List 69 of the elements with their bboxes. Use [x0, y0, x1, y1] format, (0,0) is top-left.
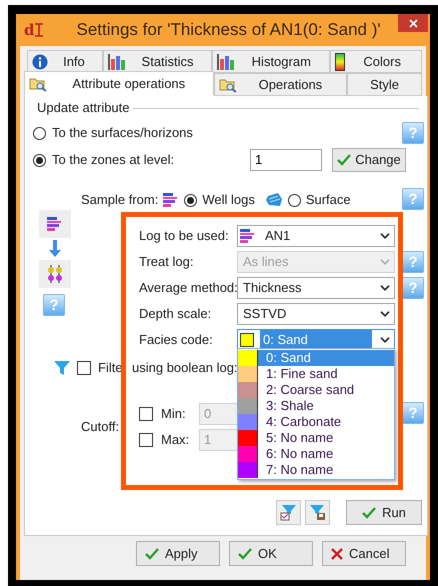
filter-check-button[interactable] — [276, 500, 301, 525]
dropdown-option[interactable]: 1: Fine sand — [238, 366, 394, 382]
radio-label: To the surfaces/horizons — [52, 124, 193, 142]
field-label: Average method: — [138, 279, 237, 298]
check-icon — [362, 506, 376, 518]
tab[interactable]: Statistics — [102, 50, 212, 73]
cutoff-row-label: Max: — [161, 431, 190, 450]
zone-markers-icon — [47, 265, 63, 283]
cutoff-row-label: Min: — [161, 405, 187, 424]
dropdown-option[interactable]: 7: No name — [238, 462, 394, 478]
change-button[interactable]: Change — [332, 148, 406, 172]
tab[interactable]: Attribute operations — [24, 71, 214, 96]
tab[interactable]: Colors — [330, 50, 422, 73]
funnel-checklist-icon — [280, 504, 297, 521]
run-button[interactable]: Run — [346, 500, 422, 525]
dropdown-field[interactable]: SSTVD — [237, 303, 395, 325]
radio-label: Well logs — [202, 191, 255, 210]
filter-label: using boolean log: — [132, 359, 238, 378]
well-log-tool-button[interactable] — [39, 210, 71, 238]
zone-tool-button[interactable] — [39, 260, 71, 288]
surface-icon — [266, 193, 283, 207]
dialog-button[interactable]: Cancel — [322, 541, 406, 566]
depth-marker-icon — [34, 23, 42, 37]
dropdown-option[interactable]: 2: Coarse sand — [238, 382, 394, 398]
check-icon — [238, 548, 252, 560]
info-icon — [32, 54, 48, 70]
check-icon — [145, 548, 159, 560]
bar-chart-icon — [108, 54, 126, 70]
window-title: Settings for 'Thickness of AN1(0: Sand )' — [76, 19, 381, 42]
cutoff-label: Cutoff: — [81, 418, 120, 436]
field-label: Log to be used: — [138, 227, 230, 246]
tab[interactable]: Operations — [214, 73, 348, 96]
radio-button[interactable] — [33, 154, 46, 166]
sample-from-label: Sample from: — [81, 191, 158, 210]
level-input[interactable]: 1 — [250, 149, 322, 171]
log-icon — [47, 217, 63, 231]
tab[interactable]: Info — [27, 50, 103, 73]
check-icon — [337, 154, 352, 166]
dropdown-field[interactable]: AN1 — [237, 225, 395, 247]
field-label: Depth scale: — [138, 305, 212, 324]
checkbox[interactable] — [77, 361, 91, 375]
group-title: Update attribute — [37, 99, 130, 118]
close-button[interactable] — [398, 14, 428, 32]
filter-save-button[interactable] — [305, 500, 330, 525]
folder-search-icon — [29, 76, 47, 92]
color-scale-icon — [335, 52, 346, 70]
log-icon — [163, 193, 180, 207]
bar-chart-icon — [217, 54, 236, 70]
filter-label: Filte — [98, 359, 122, 378]
cross-icon — [331, 548, 343, 560]
field-label: Treat log: — [138, 253, 194, 272]
tab[interactable]: Style — [347, 73, 422, 96]
log-icon — [240, 229, 256, 243]
dropdown-field[interactable]: Thickness — [237, 277, 395, 299]
funnel-disk-icon — [309, 504, 326, 521]
dialog-button[interactable]: OK — [229, 541, 313, 566]
tab[interactable]: Histogram — [212, 50, 330, 73]
folder-search-icon — [218, 76, 237, 92]
app-logo-icon: d — [24, 18, 34, 42]
dialog-button[interactable]: Apply — [136, 541, 220, 566]
radio-button[interactable] — [184, 194, 198, 206]
arrow-down-icon — [48, 240, 62, 258]
close-icon — [408, 18, 418, 28]
radio-button[interactable] — [33, 126, 46, 140]
radio-label: Surface — [306, 191, 351, 210]
radio-label: To the zones at level: — [52, 151, 176, 170]
field-label: Facies code: — [138, 331, 214, 350]
radio-button[interactable] — [288, 194, 301, 206]
funnel-icon — [54, 360, 70, 376]
